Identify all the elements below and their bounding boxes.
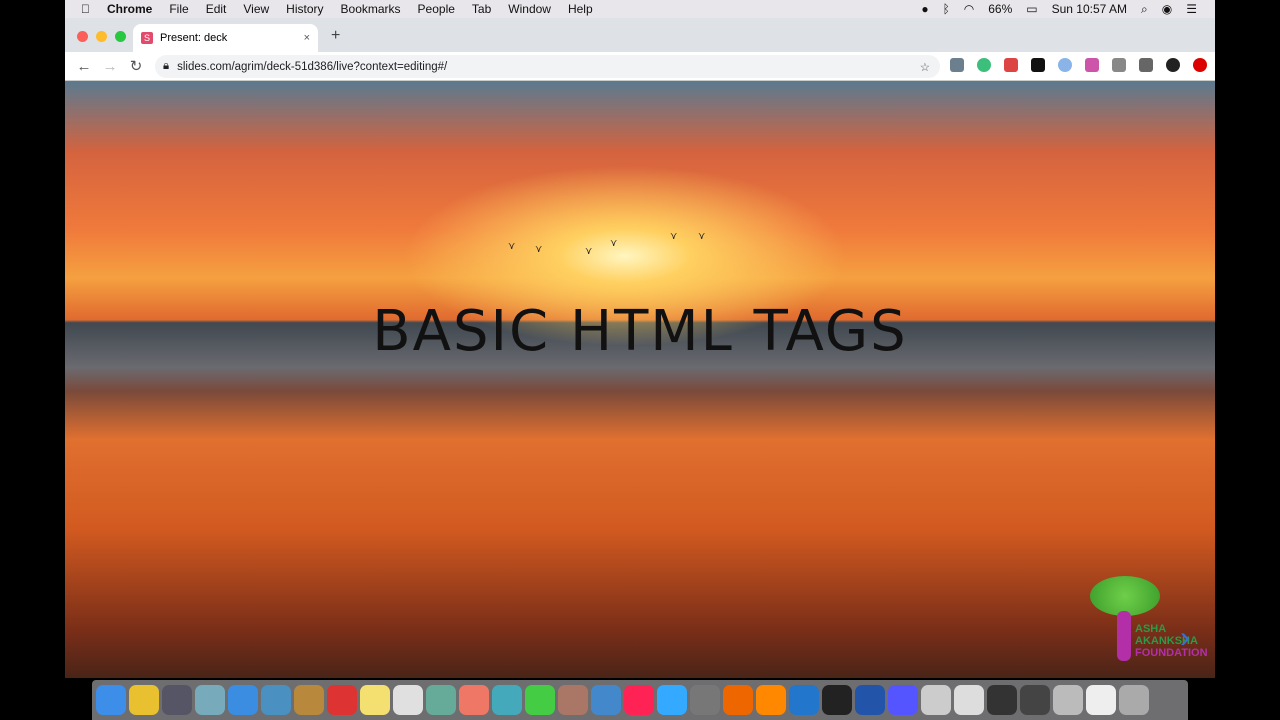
dock-app-icon[interactable] [921, 685, 951, 715]
bookmark-star-icon[interactable]: ☆ [920, 60, 930, 74]
skype-extension-icon[interactable] [950, 58, 964, 72]
asha-akanksha-foundation-logo: ASHA AKANKSHA FOUNDATION [1085, 576, 1215, 666]
media-playlist-icon[interactable] [1139, 58, 1153, 72]
slides-favicon-icon: S [141, 32, 153, 44]
back-icon[interactable]: ← [71, 58, 97, 75]
dock-app-icon[interactable] [228, 685, 258, 715]
record-icon[interactable]: ● [921, 2, 928, 16]
dock-app-icon[interactable] [624, 685, 654, 715]
logo-text: FOUNDATION [1135, 647, 1208, 659]
menu-file[interactable]: File [169, 2, 188, 16]
dock-app-icon[interactable] [261, 685, 291, 715]
dock-app-icon[interactable] [525, 685, 555, 715]
close-window-button[interactable] [77, 31, 88, 42]
apple-icon[interactable]:  [81, 2, 90, 16]
dock-app-icon[interactable] [1053, 685, 1083, 715]
dock-app-icon[interactable] [1086, 685, 1116, 715]
reload-icon[interactable]: ↻ [123, 57, 149, 75]
dock-app-icon[interactable] [690, 685, 720, 715]
url-field[interactable]: 🔒︎ slides.com/agrim/deck-51d386/live?con… [155, 55, 940, 78]
dock-app-icon[interactable] [591, 685, 621, 715]
bird-icon: ⋎ [610, 238, 618, 249]
dock-app-icon[interactable] [294, 685, 324, 715]
battery-icon: ▭ [1026, 2, 1038, 16]
extensions-bar [950, 58, 1207, 72]
macos-menubar:  Chrome File Edit View History Bookmark… [65, 0, 1215, 18]
forward-icon[interactable]: → [97, 58, 123, 75]
menu-bookmarks[interactable]: Bookmarks [341, 2, 401, 16]
dock-app-icon[interactable] [360, 685, 390, 715]
extension-icon[interactable] [1085, 58, 1099, 72]
extension-icon[interactable] [1004, 58, 1018, 72]
menu-view[interactable]: View [243, 2, 269, 16]
url-text: slides.com/agrim/deck-51d386/live?contex… [177, 60, 448, 73]
menu-people[interactable]: People [418, 2, 455, 16]
bluetooth-icon[interactable]: ᛒ [943, 2, 950, 16]
menu-window[interactable]: Window [508, 2, 551, 16]
bird-icon: ⋎ [698, 231, 706, 242]
dock-app-icon[interactable] [855, 685, 885, 715]
bird-icon: ⋎ [670, 231, 678, 242]
extension-icon[interactable] [1112, 58, 1126, 72]
slide-title: BASIC HTML TAGS [372, 299, 908, 364]
dock-app-icon[interactable] [723, 685, 753, 715]
dock-app-icon[interactable] [987, 685, 1017, 715]
dock-app-icon[interactable] [1119, 685, 1149, 715]
dock-app-icon[interactable] [129, 685, 159, 715]
dock-app-icon[interactable] [1020, 685, 1050, 715]
menu-history[interactable]: History [286, 2, 323, 16]
dock-app-icon[interactable] [162, 685, 192, 715]
menu-help[interactable]: Help [568, 2, 593, 16]
clock[interactable]: Sun 10:57 AM [1052, 2, 1127, 16]
bird-icon: ⋎ [535, 244, 543, 255]
terminal-extension-icon[interactable] [1031, 58, 1045, 72]
dock-app-icon[interactable] [756, 685, 786, 715]
close-tab-icon[interactable]: × [304, 32, 310, 44]
menu-tab[interactable]: Tab [472, 2, 491, 16]
dock-app-icon[interactable] [657, 685, 687, 715]
dock-app-icon[interactable] [789, 685, 819, 715]
dock-app-icon[interactable] [393, 685, 423, 715]
dock-app-icon[interactable] [822, 685, 852, 715]
menu-app[interactable]: Chrome [107, 2, 152, 16]
new-tab-button[interactable]: + [331, 27, 340, 45]
siri-icon[interactable]: ◉ [1162, 2, 1172, 16]
macos-dock [92, 680, 1188, 720]
dock-app-icon[interactable] [459, 685, 489, 715]
profile-avatar[interactable] [1166, 58, 1180, 72]
browser-tab[interactable]: S Present: deck × [133, 24, 318, 52]
lock-icon: 🔒︎ [163, 60, 170, 72]
bird-icon: ⋎ [508, 241, 516, 252]
extension-icon[interactable] [1058, 58, 1072, 72]
menu-edit[interactable]: Edit [206, 2, 227, 16]
dock-app-icon[interactable] [426, 685, 456, 715]
dock-app-icon[interactable] [96, 685, 126, 715]
dock-app-icon[interactable] [195, 685, 225, 715]
wifi-icon[interactable]: ◠ [964, 2, 974, 16]
next-slide-arrow-icon[interactable]: › [1180, 621, 1190, 655]
window-controls [77, 31, 126, 42]
tab-strip: S Present: deck × + [65, 18, 1215, 52]
dock-app-icon[interactable] [327, 685, 357, 715]
minimize-window-button[interactable] [96, 31, 107, 42]
logo-text: ASHA [1135, 623, 1167, 635]
update-icon[interactable] [1193, 58, 1207, 72]
presentation-slide[interactable]: ⋎ ⋎ ⋎ ⋎ ⋎ ⋎ BASIC HTML TAGS ASHA AKANKSH… [65, 81, 1215, 678]
tab-title: Present: deck [160, 32, 228, 44]
bird-icon: ⋎ [585, 246, 593, 257]
dock-app-icon[interactable] [954, 685, 984, 715]
grammarly-extension-icon[interactable] [977, 58, 991, 72]
spotlight-icon[interactable]: ⌕ [1141, 2, 1148, 17]
address-bar-row: ← → ↻ 🔒︎ slides.com/agrim/deck-51d386/li… [65, 52, 1215, 81]
dock-app-icon[interactable] [888, 685, 918, 715]
dock-app-icon[interactable] [492, 685, 522, 715]
zoom-window-button[interactable] [115, 31, 126, 42]
notification-center-icon[interactable]: ☰ [1186, 2, 1197, 16]
dock-app-icon[interactable] [558, 685, 588, 715]
battery-percent[interactable]: 66% [988, 2, 1012, 16]
